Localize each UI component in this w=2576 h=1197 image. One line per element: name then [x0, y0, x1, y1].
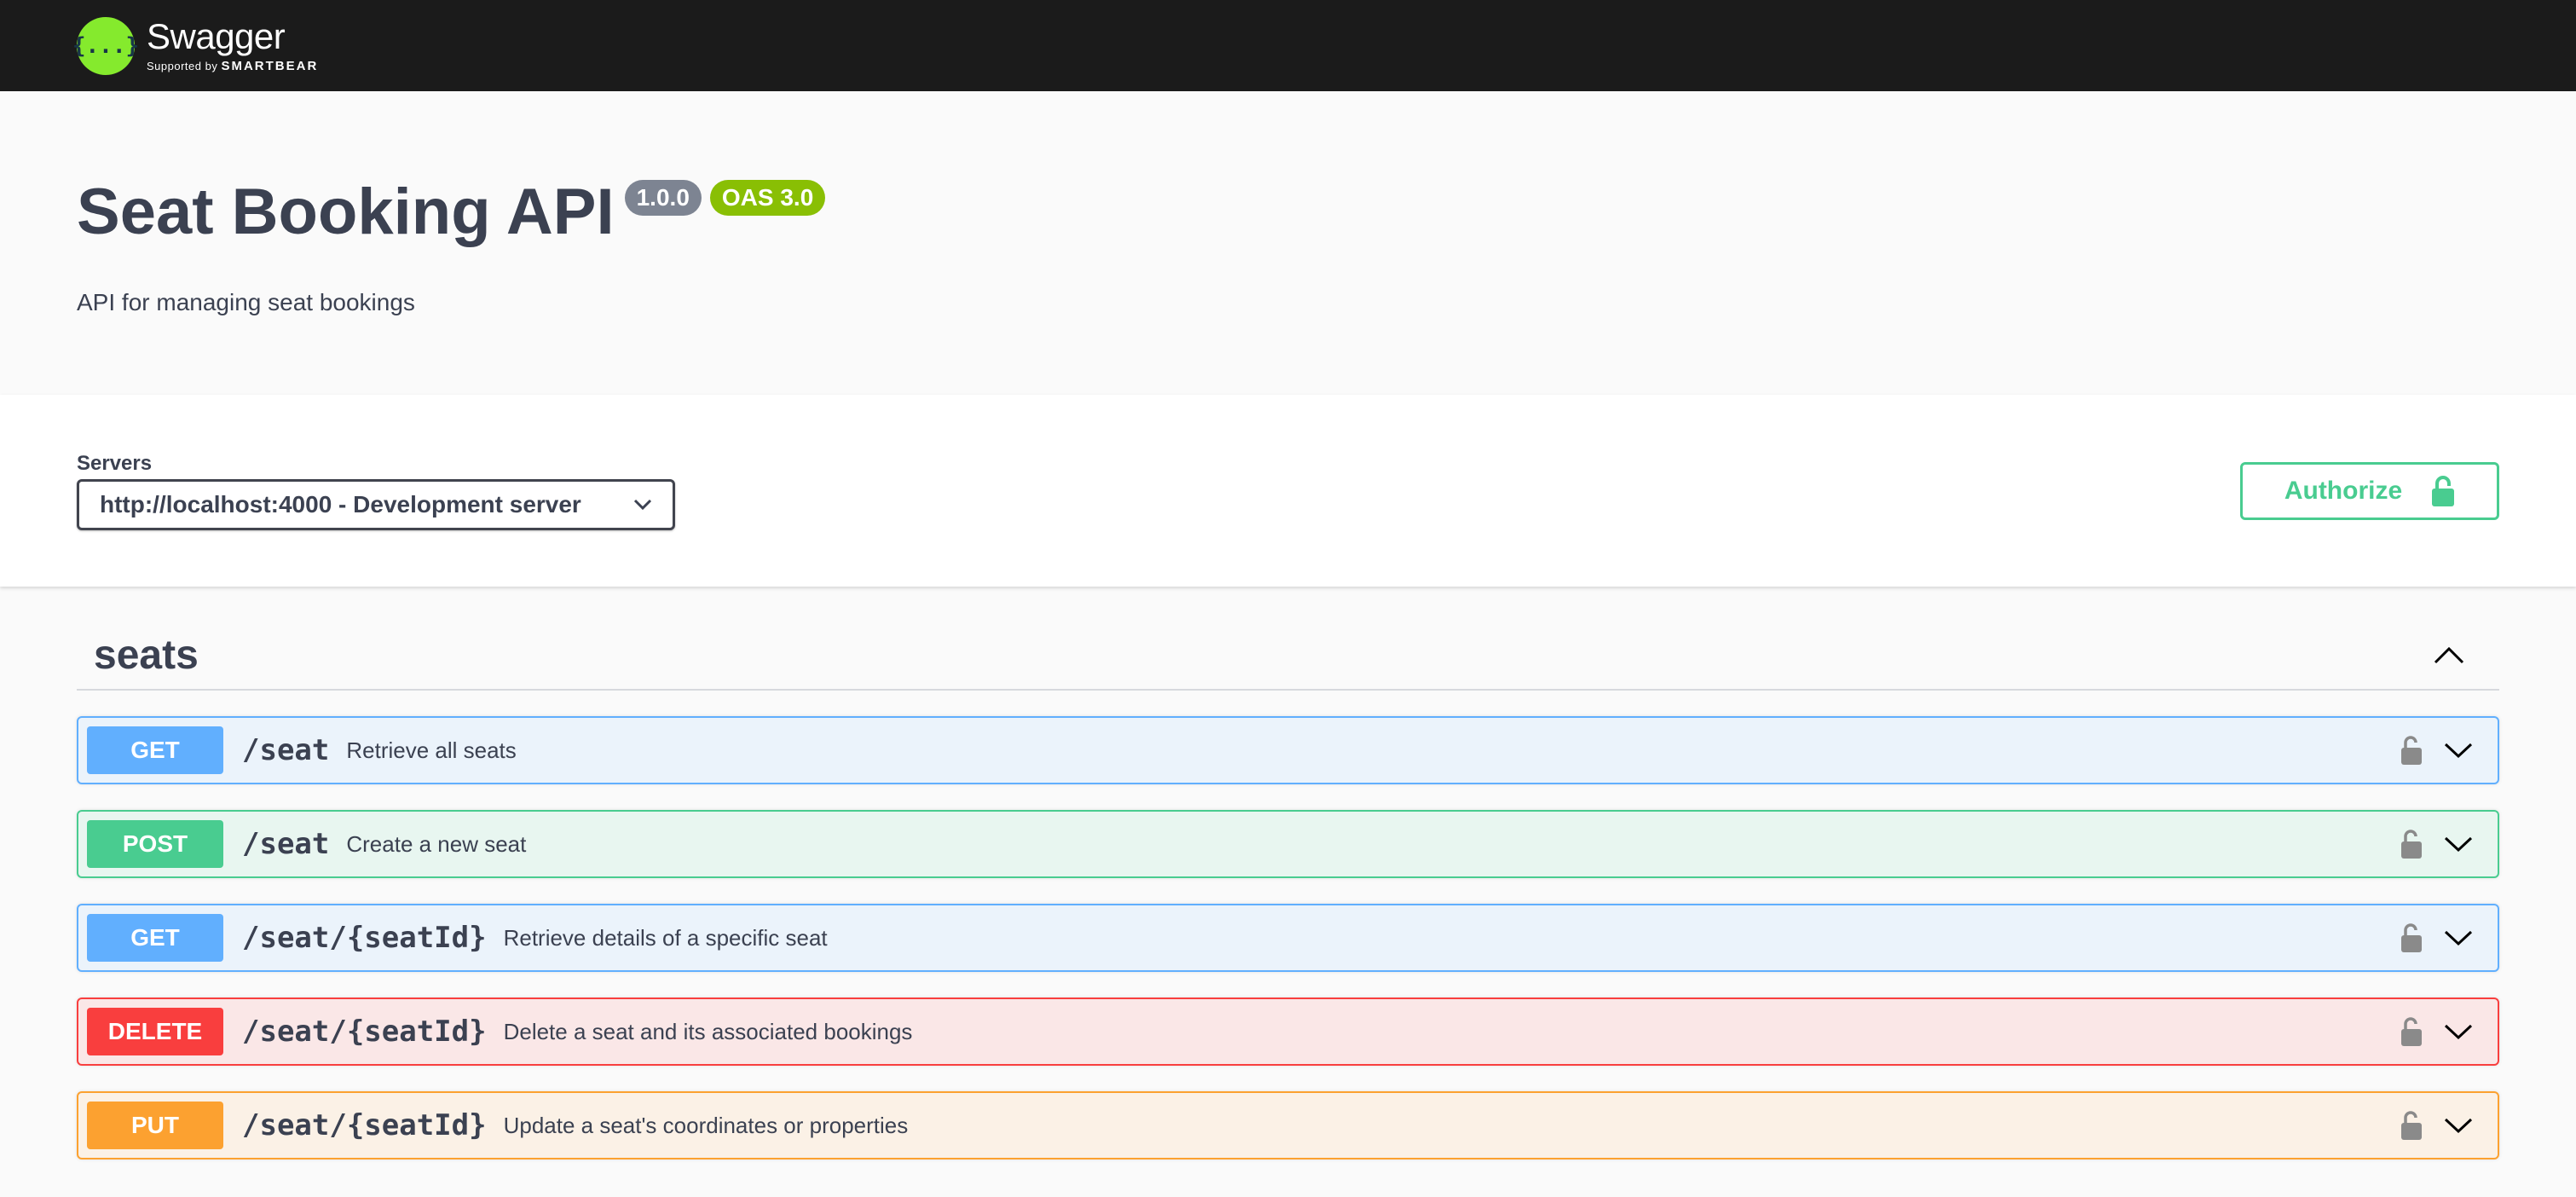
- badges: 1.0.0 OAS 3.0: [624, 180, 826, 216]
- tag-header-seats[interactable]: seats: [77, 621, 2499, 691]
- operation-controls: [2400, 922, 2489, 953]
- servers-section: Servers http://localhost:4000 - Developm…: [77, 452, 675, 530]
- operation-path: /seat/{seatId}: [242, 1015, 487, 1049]
- unlocked-icon[interactable]: [2400, 1110, 2423, 1141]
- logo-name: Swagger: [147, 16, 286, 56]
- chevron-down-icon[interactable]: [2443, 1116, 2474, 1135]
- lock-icon: [2431, 475, 2455, 507]
- method-badge: DELETE: [87, 1008, 223, 1055]
- chevron-down-icon[interactable]: [2443, 835, 2474, 853]
- method-badge: PUT: [87, 1102, 223, 1149]
- authorize-label: Authorize: [2284, 476, 2403, 505]
- server-select[interactable]: http://localhost:4000 - Development serv…: [77, 478, 675, 530]
- chevron-down-icon[interactable]: [2443, 928, 2474, 947]
- authorize-button[interactable]: Authorize: [2240, 461, 2499, 520]
- top-bar: {...} Swagger Supported by SMARTBEAR: [0, 0, 2576, 91]
- operation-path: /seat/{seatId}: [242, 1108, 487, 1142]
- operation-path: /seat: [242, 827, 330, 861]
- scheme-container: Servers http://localhost:4000 - Developm…: [0, 395, 2576, 587]
- unlocked-icon[interactable]: [2400, 735, 2423, 766]
- version-badge: 1.0.0: [624, 180, 702, 216]
- operation-get-seat-by-id[interactable]: GET /seat/{seatId} Retrieve details of a…: [77, 904, 2499, 972]
- swagger-logo[interactable]: {...} Swagger Supported by SMARTBEAR: [72, 16, 318, 75]
- swagger-logo-icon: {...}: [72, 16, 139, 75]
- page-title: Seat Booking API: [77, 176, 615, 248]
- logo-sub-brand: SMARTBEAR: [221, 59, 319, 73]
- operation-get-seat[interactable]: GET /seat Retrieve all seats: [77, 716, 2499, 784]
- unlocked-icon[interactable]: [2400, 922, 2423, 953]
- unlocked-icon[interactable]: [2400, 829, 2423, 859]
- operations-section: seats GET /seat Retrieve all seats POST …: [0, 587, 2576, 1159]
- operation-controls: [2400, 1016, 2489, 1047]
- operation-controls: [2400, 829, 2489, 859]
- selected-server: http://localhost:4000 - Development serv…: [100, 490, 581, 518]
- method-badge: POST: [87, 820, 223, 868]
- operation-summary: Retrieve details of a specific seat: [503, 924, 828, 951]
- chevron-down-icon: [633, 499, 652, 511]
- method-badge: GET: [87, 914, 223, 962]
- logo-subtitle: Supported by SMARTBEAR: [147, 60, 318, 72]
- operation-summary: Retrieve all seats: [346, 737, 517, 763]
- chevron-down-icon[interactable]: [2443, 741, 2474, 760]
- title-row: Seat Booking API 1.0.0 OAS 3.0: [77, 176, 2499, 248]
- logo-text: Swagger Supported by SMARTBEAR: [147, 16, 318, 73]
- servers-label: Servers: [77, 451, 153, 475]
- chevron-up-icon[interactable]: [2433, 645, 2465, 665]
- operation-summary: Delete a seat and its associated booking…: [503, 1018, 913, 1044]
- api-info: Seat Booking API 1.0.0 OAS 3.0 API for m…: [0, 91, 2576, 395]
- operation-path: /seat: [242, 733, 330, 767]
- api-description: API for managing seat bookings: [77, 288, 415, 315]
- oas-badge: OAS 3.0: [709, 180, 826, 216]
- logo-sub-prefix: Supported by: [147, 60, 218, 72]
- unlocked-icon[interactable]: [2400, 1016, 2423, 1047]
- operation-controls: [2400, 735, 2489, 766]
- operation-controls: [2400, 1110, 2489, 1141]
- tag-name: seats: [94, 632, 199, 678]
- operation-summary: Update a seat's coordinates or propertie…: [503, 1112, 909, 1138]
- operation-delete-seat[interactable]: DELETE /seat/{seatId} Delete a seat and …: [77, 998, 2499, 1066]
- operation-path: /seat/{seatId}: [242, 921, 487, 955]
- chevron-down-icon[interactable]: [2443, 1022, 2474, 1041]
- operation-put-seat[interactable]: PUT /seat/{seatId} Update a seat's coord…: [77, 1091, 2499, 1159]
- operation-post-seat[interactable]: POST /seat Create a new seat: [77, 810, 2499, 878]
- method-badge: GET: [87, 726, 223, 774]
- operation-summary: Create a new seat: [346, 830, 527, 857]
